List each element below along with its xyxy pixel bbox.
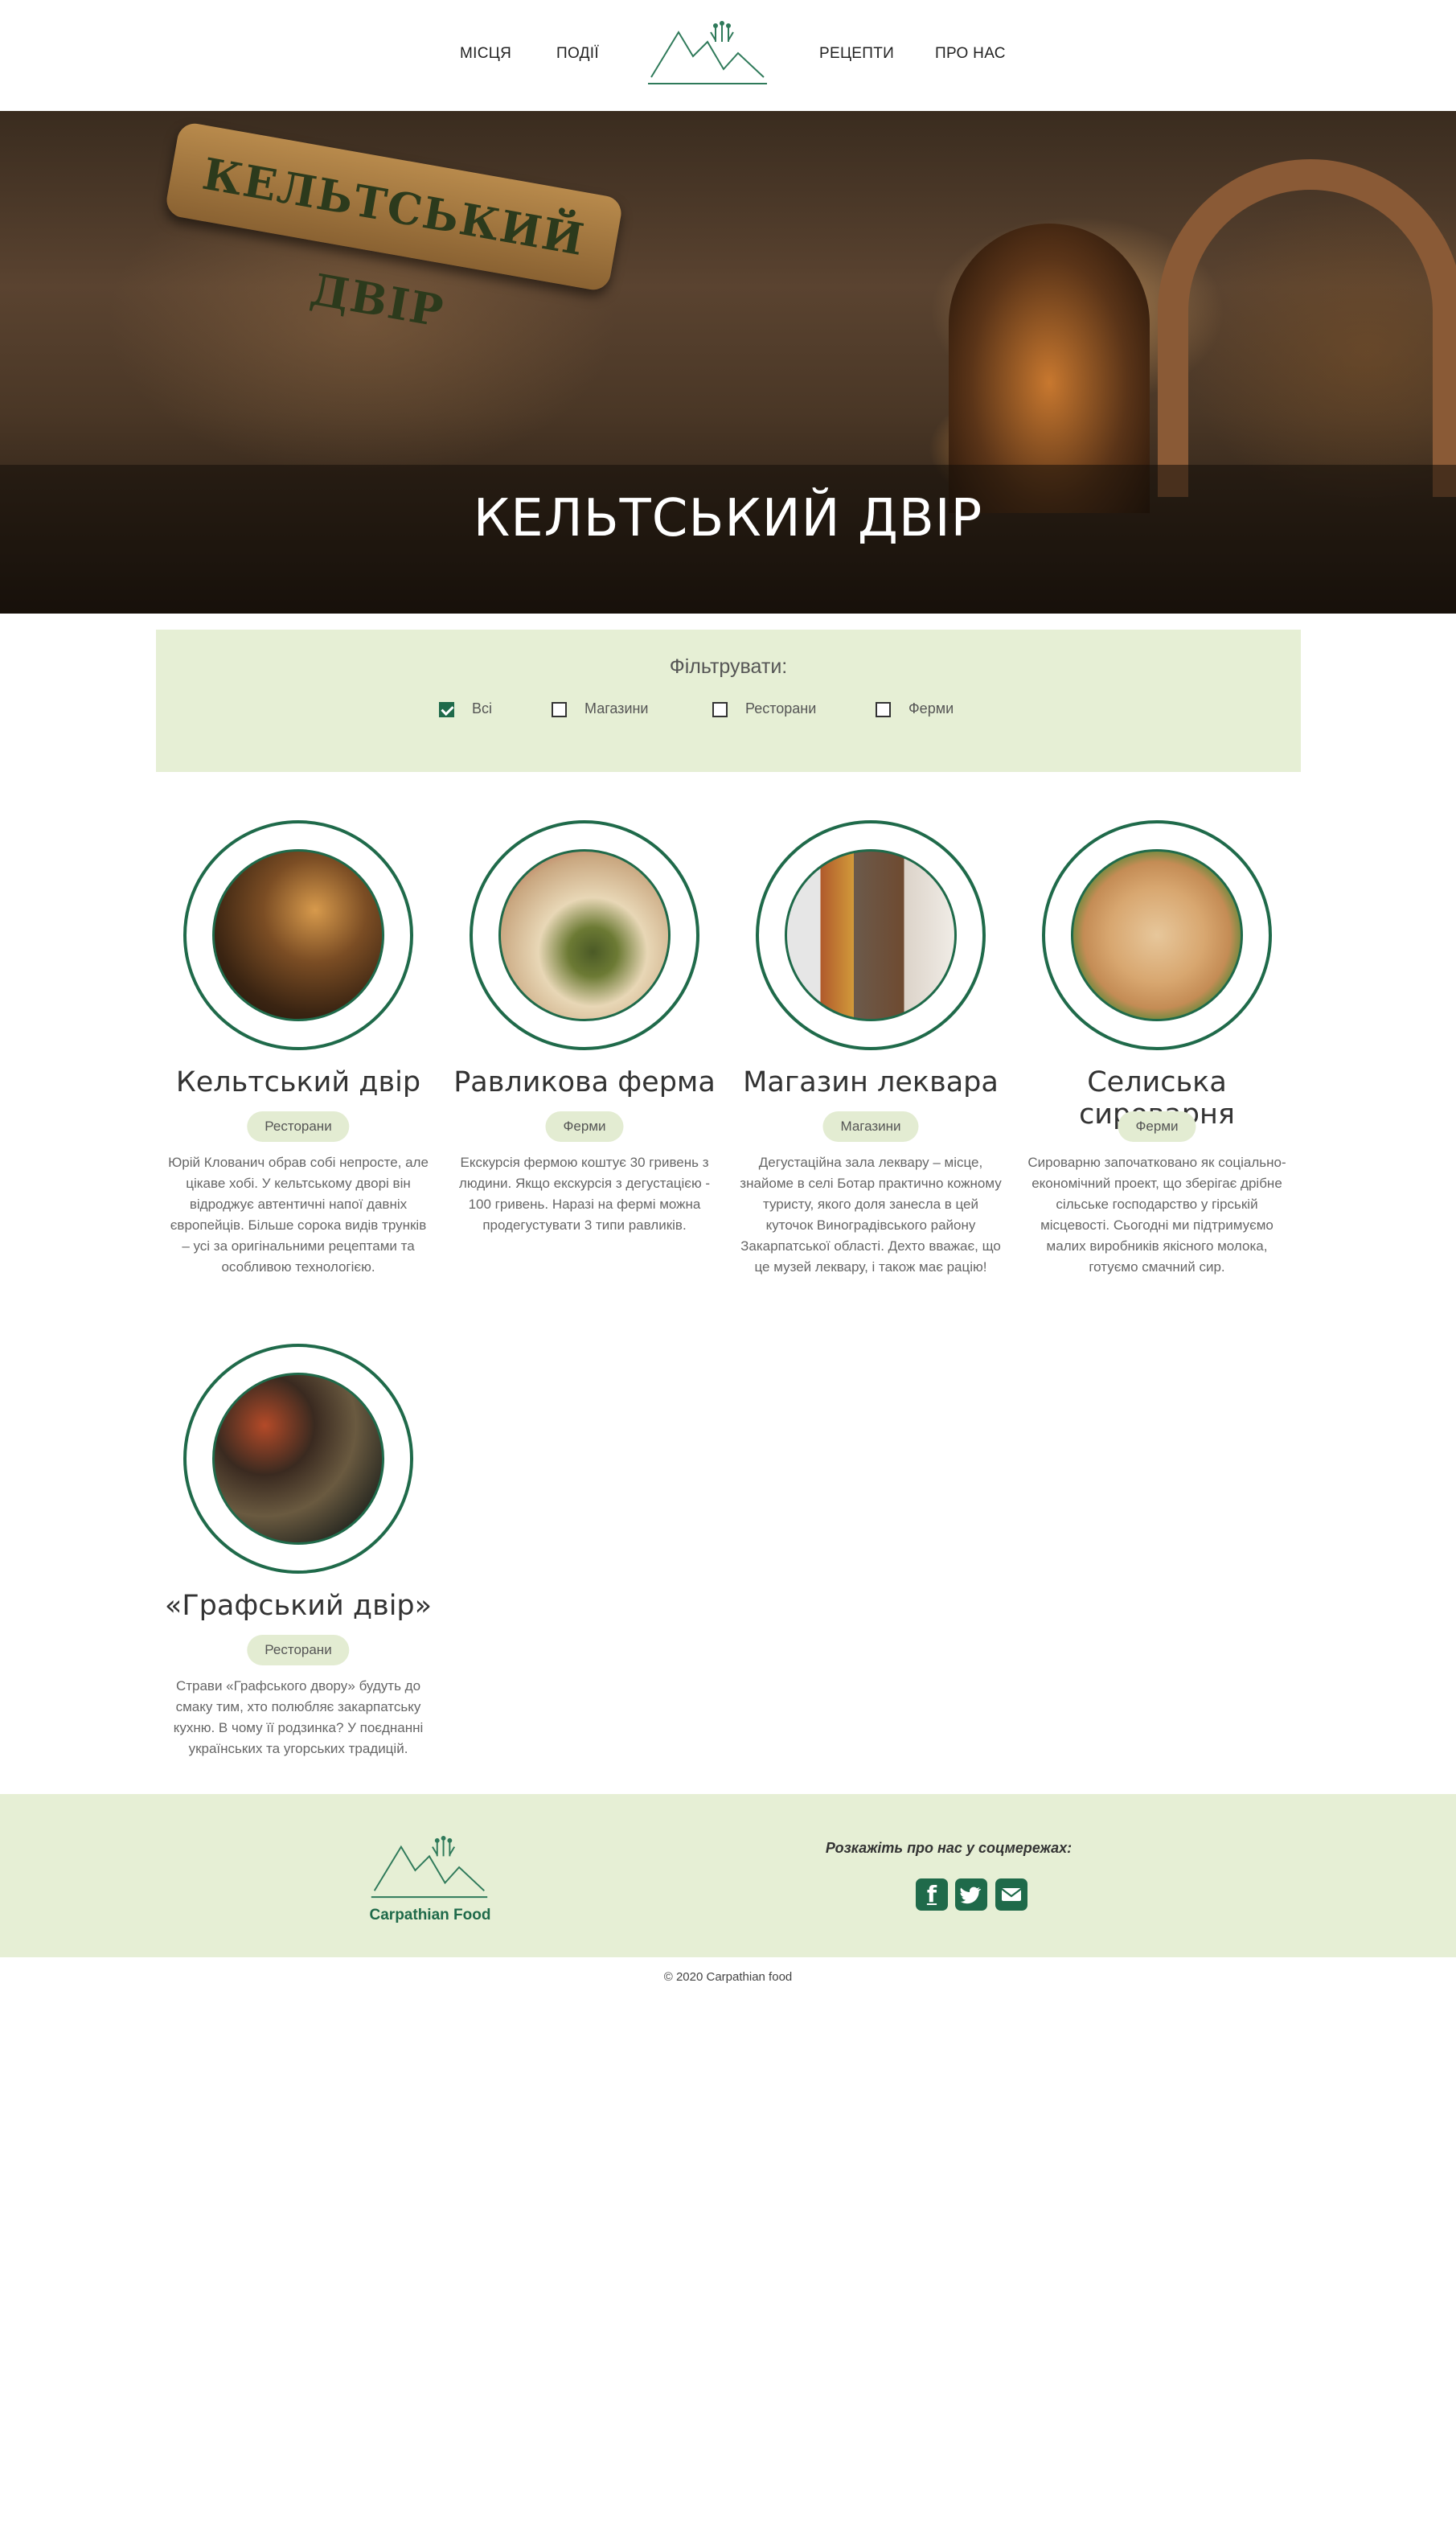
page-title: КЕЛЬТСЬКИЙ ДВІР xyxy=(473,489,983,548)
filter-option-label: Ферми xyxy=(908,700,954,716)
place-category-badge: Ферми xyxy=(545,1111,624,1142)
filter-option-all[interactable]: Всі xyxy=(439,700,492,718)
place-description: Екскурсія фермою коштує 30 гривень з люд… xyxy=(458,1155,711,1233)
place-image-frame[interactable] xyxy=(1042,820,1272,1050)
hero-sign-text: КЕЛЬТСЬКИЙ ДВІР xyxy=(199,147,589,338)
filter-option-label: Всі xyxy=(472,700,493,716)
place-image-frame[interactable] xyxy=(756,820,986,1050)
place-photo[interactable] xyxy=(785,849,957,1021)
place-photo[interactable] xyxy=(212,849,384,1021)
place-name[interactable]: «Графський двір» xyxy=(158,1590,439,1622)
place-name[interactable]: Магазин леквара xyxy=(730,1066,1011,1098)
facebook-icon[interactable]: f xyxy=(916,1878,948,1911)
place-category-badge: Магазини xyxy=(822,1111,919,1142)
place-name[interactable]: Кельтський двір xyxy=(158,1066,439,1098)
hero-wooden-sign: КЕЛЬТСЬКИЙ ДВІР xyxy=(164,121,624,337)
place-image-frame[interactable] xyxy=(183,820,413,1050)
place-photo[interactable] xyxy=(212,1373,384,1545)
twitter-bird-icon xyxy=(960,1887,982,1904)
footer-logo-mountains-icon[interactable] xyxy=(370,1836,489,1900)
checkbox-icon[interactable] xyxy=(876,701,891,717)
place-image-frame[interactable] xyxy=(183,1344,413,1574)
nav-item-recipes[interactable]: РЕЦЕПТИ xyxy=(819,45,894,63)
twitter-icon[interactable] xyxy=(955,1878,987,1911)
footer-brand-name: Carpathian Food xyxy=(369,1907,491,1924)
nav-item-places[interactable]: МІСЦЯ xyxy=(460,45,511,63)
footer: Carpathian Food Розкажіть про нас у соцм… xyxy=(0,1794,1456,1957)
logo-mountains-icon[interactable] xyxy=(648,21,767,87)
place-description: Дегустаційна зала леквару – місце, знайо… xyxy=(740,1155,1002,1275)
place-description: Страви «Графського двору» будуть до смак… xyxy=(173,1678,424,1756)
place-photo[interactable] xyxy=(1071,849,1243,1021)
filter-option-farms[interactable]: Ферми xyxy=(876,700,954,718)
checkbox-icon[interactable] xyxy=(552,701,567,717)
nav-item-about[interactable]: ПРО НАС xyxy=(935,45,1006,63)
mail-icon xyxy=(1001,1888,1022,1901)
filter-option-label: Ресторани xyxy=(745,700,817,716)
place-name[interactable]: Равликова ферма xyxy=(444,1066,725,1098)
place-photo[interactable] xyxy=(498,849,671,1021)
filter-title: Фільтрувати: xyxy=(669,655,788,678)
hero-banner: КЕЛЬТСЬКИЙ ДВІР КЕЛЬТСЬКИЙ ДВІР xyxy=(0,111,1456,614)
filter-option-label: Магазини xyxy=(584,700,649,716)
place-category-badge: Ферми xyxy=(1118,1111,1196,1142)
checkbox-checked-icon[interactable] xyxy=(439,701,454,717)
filter-option-shops[interactable]: Магазини xyxy=(552,700,649,718)
place-description: Сироварню започатковано як соціально-еко… xyxy=(1027,1155,1286,1275)
copyright: © 2020 Carpathian food xyxy=(663,1970,793,1984)
place-image-frame[interactable] xyxy=(470,820,699,1050)
place-description: Юрій Клованич обрав собі непросте, але ц… xyxy=(168,1155,429,1275)
hero-decor-arch xyxy=(1158,159,1456,497)
envelope-icon[interactable] xyxy=(995,1878,1027,1911)
filter-option-restaurants[interactable]: Ресторани xyxy=(712,700,816,718)
top-nav: МІСЦЯ ПОДІЇ РЕЦЕПТИ ПРО НАС xyxy=(0,0,1456,111)
place-category-badge: Ресторани xyxy=(247,1635,350,1665)
checkbox-icon[interactable] xyxy=(712,701,728,717)
share-prompt: Розкажіть про нас у соцмережах: xyxy=(825,1840,1073,1856)
nav-item-events[interactable]: ПОДІЇ xyxy=(556,45,599,63)
filter-panel: Фільтрувати: Всі Магазини Ресторани Ферм… xyxy=(156,630,1301,772)
place-category-badge: Ресторани xyxy=(247,1111,350,1142)
